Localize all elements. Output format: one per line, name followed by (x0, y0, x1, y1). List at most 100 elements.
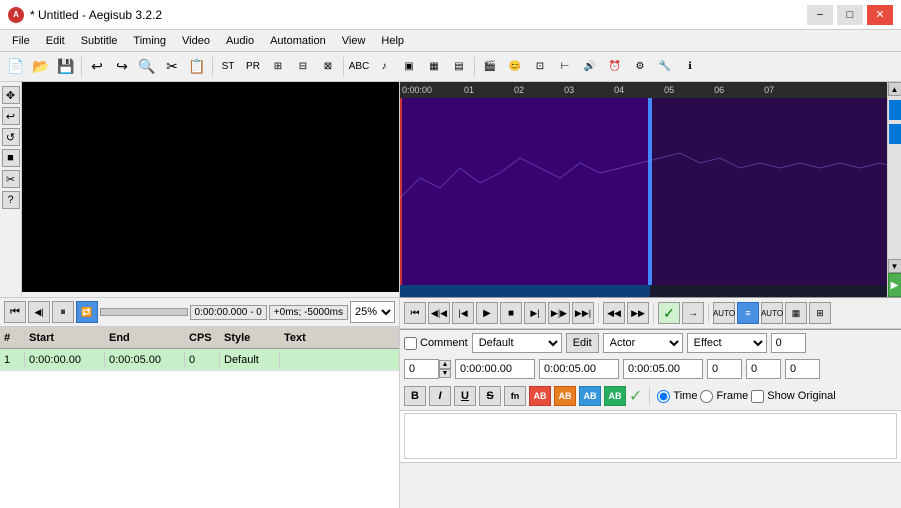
tb-video4[interactable]: ⊢ (553, 55, 577, 79)
layer-spin-input[interactable] (404, 359, 439, 379)
tb-extra1[interactable]: ▣ (397, 55, 421, 79)
ctrl-next-line[interactable]: ▶▶ (627, 302, 649, 324)
menu-video[interactable]: Video (174, 30, 218, 51)
edit-button[interactable]: Edit (566, 333, 599, 353)
italic-button[interactable]: I (429, 386, 451, 406)
close-button[interactable]: ✕ (867, 5, 893, 25)
tb-auto[interactable]: ⚙ (628, 55, 652, 79)
waveform-scrollbar[interactable]: ▲ ▼ ▶ (887, 82, 901, 297)
strikethrough-button[interactable]: S (479, 386, 501, 406)
menu-automation[interactable]: Automation (262, 30, 334, 51)
ctrl-auto2[interactable]: AUTO (761, 302, 783, 324)
margin-l-input[interactable] (707, 359, 742, 379)
ctrl-prev-line[interactable]: ◀◀ (603, 302, 625, 324)
scroll-thumb-1[interactable] (889, 100, 901, 120)
tool-move[interactable]: ✥ (2, 86, 20, 104)
tb-open[interactable]: 📂 (29, 55, 53, 79)
tb-timing2[interactable]: ⊟ (291, 55, 315, 79)
comment-checkbox[interactable] (404, 337, 417, 350)
scroll-thumb-2[interactable] (889, 124, 901, 144)
scroll-up-arrow[interactable]: ▲ (888, 82, 901, 96)
tb-video2[interactable]: 😊 (503, 55, 527, 79)
tb-video1[interactable]: 🎬 (478, 55, 502, 79)
time-radio[interactable] (657, 390, 670, 403)
scroll-down-arrow[interactable]: ▼ (888, 259, 901, 273)
tb-properties[interactable]: PR (241, 55, 265, 79)
waveform-display[interactable] (400, 98, 887, 297)
ctrl-extra[interactable]: ⊞ (809, 302, 831, 324)
tool-scale[interactable]: ↺ (2, 128, 20, 146)
playback-pause[interactable]: ⏸ (52, 301, 74, 323)
tool-rotate[interactable]: ↩ (2, 107, 20, 125)
tb-extra3[interactable]: ▤ (447, 55, 471, 79)
subtitle-row-1[interactable]: 1 0:00:00.00 0:00:05.00 0 Default (0, 349, 399, 371)
tool-rect[interactable]: ■ (2, 149, 20, 167)
menu-edit[interactable]: Edit (38, 30, 73, 51)
ctrl-play[interactable]: ▶ (476, 302, 498, 324)
margin-v-input[interactable] (785, 359, 820, 379)
tb-copy[interactable]: 📋 (185, 55, 209, 79)
effect-select[interactable]: Effect (687, 333, 767, 353)
commit-check[interactable]: ✓ (629, 386, 642, 406)
ctrl-prev[interactable]: ⏮ (404, 302, 426, 324)
ab-blue-button[interactable]: AB (579, 386, 601, 406)
ctrl-play-prev2[interactable]: |◀ (452, 302, 474, 324)
tb-info[interactable]: ℹ (678, 55, 702, 79)
menu-timing[interactable]: Timing (125, 30, 174, 51)
zoom-select[interactable]: 25% (350, 301, 395, 323)
maximize-button[interactable]: □ (837, 5, 863, 25)
tb-new[interactable]: 📄 (4, 55, 28, 79)
ab-green-button[interactable]: AB (604, 386, 626, 406)
show-original-checkbox[interactable] (751, 390, 764, 403)
ctrl-auto1[interactable]: AUTO (713, 302, 735, 324)
tb-timing3[interactable]: ⊠ (316, 55, 340, 79)
tb-karaoke[interactable]: ♪ (372, 55, 396, 79)
ctrl-play-next[interactable]: ▶| (524, 302, 546, 324)
tb-style[interactable]: ST (216, 55, 240, 79)
progress-bar[interactable] (100, 308, 188, 316)
tb-clock[interactable]: ⏰ (603, 55, 627, 79)
tb-tools[interactable]: 🔧 (653, 55, 677, 79)
tb-save[interactable]: 💾 (54, 55, 78, 79)
menu-help[interactable]: Help (373, 30, 412, 51)
tool-help[interactable]: ? (2, 191, 20, 209)
minimize-button[interactable]: − (807, 5, 833, 25)
layer-input[interactable] (771, 333, 806, 353)
margin-r-input[interactable] (746, 359, 781, 379)
tb-undo[interactable]: ↩ (85, 55, 109, 79)
tb-timing1[interactable]: ⊞ (266, 55, 290, 79)
ab-orange-button[interactable]: AB (554, 386, 576, 406)
spin-up[interactable]: ▲ (439, 360, 451, 369)
duration-input[interactable] (623, 359, 703, 379)
menu-subtitle[interactable]: Subtitle (73, 30, 126, 51)
playback-prev[interactable]: ⏮ (4, 301, 26, 323)
subtitle-text-input[interactable] (404, 413, 897, 459)
ctrl-mode[interactable]: ≡ (737, 302, 759, 324)
ctrl-stop[interactable]: ■ (500, 302, 522, 324)
playback-prev2[interactable]: ◀| (28, 301, 50, 323)
show-original-label[interactable]: Show Original (751, 390, 835, 403)
style-select[interactable]: Default (472, 333, 562, 353)
tb-find[interactable]: 🔍 (135, 55, 159, 79)
comment-checkbox-label[interactable]: Comment (404, 337, 468, 350)
time-radio-label[interactable]: Time (657, 390, 697, 403)
frame-radio[interactable] (700, 390, 713, 403)
tb-extra2[interactable]: ▦ (422, 55, 446, 79)
tb-cut[interactable]: ✂ (160, 55, 184, 79)
fn-button[interactable]: fn (504, 386, 526, 406)
bold-button[interactable]: B (404, 386, 426, 406)
underline-button[interactable]: U (454, 386, 476, 406)
start-time-input[interactable] (455, 359, 535, 379)
ctrl-play-prev[interactable]: ◀|◀ (428, 302, 450, 324)
tb-video3[interactable]: ⊡ (528, 55, 552, 79)
ctrl-commit[interactable]: ✓ (658, 302, 680, 324)
menu-view[interactable]: View (334, 30, 374, 51)
play-button[interactable]: ▶ (888, 273, 901, 297)
ab-red-button[interactable]: AB (529, 386, 551, 406)
ctrl-play-next2[interactable]: ▶|▶ (548, 302, 570, 324)
end-time-input[interactable] (539, 359, 619, 379)
ctrl-bar[interactable]: ▦ (785, 302, 807, 324)
tool-clip[interactable]: ✂ (2, 170, 20, 188)
ctrl-arrow-right[interactable]: → (682, 302, 704, 324)
frame-radio-label[interactable]: Frame (700, 390, 748, 403)
